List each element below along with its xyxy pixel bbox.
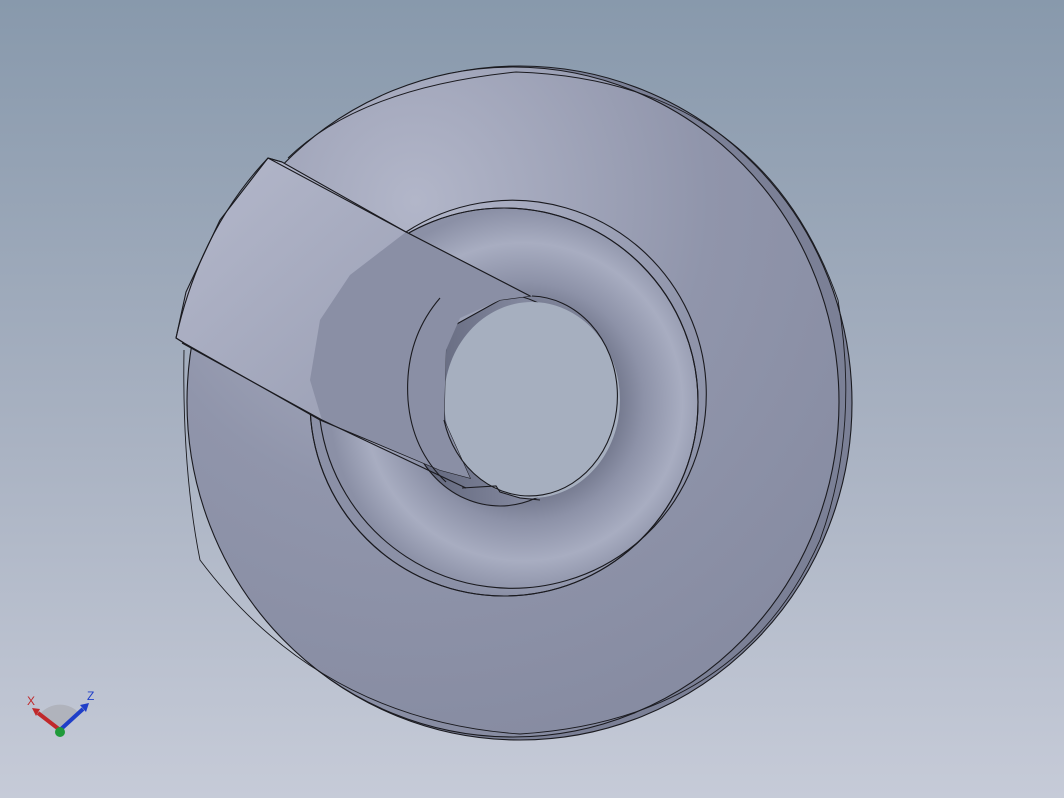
z-axis-label: Z [87, 689, 94, 703]
through-hole [444, 302, 620, 498]
3d-viewport[interactable]: X Z [0, 0, 1064, 798]
x-axis-label: X [27, 694, 35, 708]
viewport-canvas[interactable]: X Z [0, 0, 1064, 798]
y-axis-dot [55, 727, 65, 737]
